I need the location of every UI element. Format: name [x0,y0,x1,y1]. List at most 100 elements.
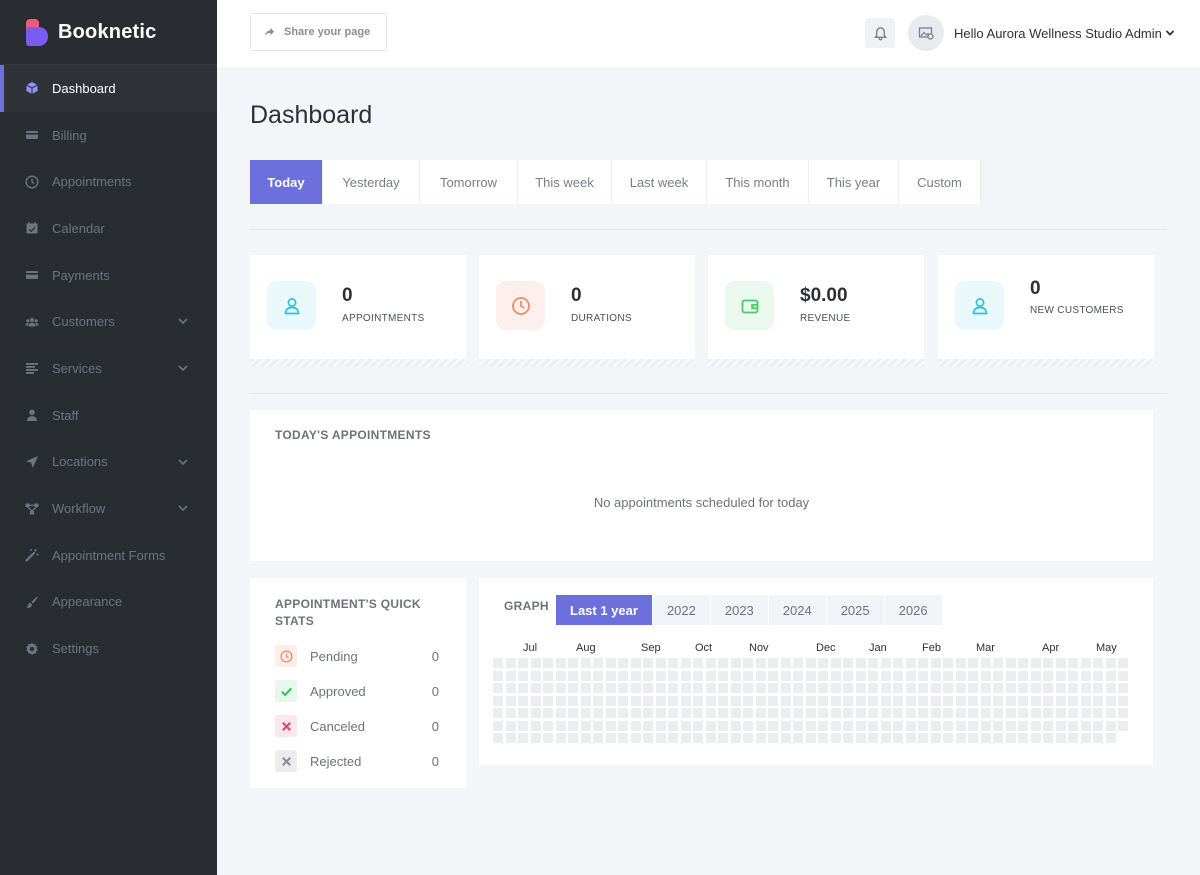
heatmap-cell[interactable] [630,720,641,731]
heatmap-cell[interactable] [618,733,628,743]
heatmap-cell[interactable] [843,695,853,706]
heatmap-cell[interactable] [1105,695,1116,706]
heatmap-cell[interactable] [930,670,941,681]
heatmap-cell[interactable] [780,695,791,706]
heatmap-cell[interactable] [855,670,866,681]
heatmap-cell[interactable] [1043,658,1053,668]
heatmap-cell[interactable] [630,658,641,668]
heatmap-cell[interactable] [730,708,741,718]
heatmap-cell[interactable] [568,733,578,743]
heatmap-cell[interactable] [1055,670,1066,681]
heatmap-cell[interactable] [930,695,941,706]
heatmap-cell[interactable] [518,720,528,731]
heatmap-cell[interactable] [1068,720,1078,731]
heatmap-cell[interactable] [1105,683,1116,693]
heatmap-cell[interactable] [718,733,728,743]
heatmap-cell[interactable] [718,720,728,731]
heatmap-cell[interactable] [1118,683,1128,693]
heatmap-cell[interactable] [805,658,816,668]
heatmap-cell[interactable] [680,708,691,718]
heatmap-cell[interactable] [968,670,978,681]
heatmap-cell[interactable] [730,683,741,693]
heatmap-cell[interactable] [705,695,716,706]
heatmap-cell[interactable] [530,708,541,718]
heatmap-cell[interactable] [1030,683,1041,693]
heatmap-cell[interactable] [893,695,903,706]
heatmap-cell[interactable] [493,733,503,743]
heatmap-cell[interactable] [580,695,591,706]
heatmap-cell[interactable] [655,683,666,693]
heatmap-cell[interactable] [1018,658,1028,668]
heatmap-cell[interactable] [755,683,766,693]
heatmap-cell[interactable] [868,670,878,681]
heatmap-cell[interactable] [1093,683,1103,693]
heatmap-cell[interactable] [668,670,678,681]
heatmap-cell[interactable] [943,733,953,743]
heatmap-cell[interactable] [693,720,703,731]
heatmap-cell[interactable] [680,720,691,731]
heatmap-cell[interactable] [893,733,903,743]
heatmap-cell[interactable] [643,695,653,706]
heatmap-cell[interactable] [843,720,853,731]
heatmap-cell[interactable] [618,720,628,731]
heatmap-cell[interactable] [680,733,691,743]
heatmap-cell[interactable] [1093,720,1103,731]
heatmap-cell[interactable] [1068,695,1078,706]
heatmap-cell[interactable] [905,720,916,731]
heatmap-cell[interactable] [680,658,691,668]
heatmap-cell[interactable] [693,733,703,743]
heatmap-cell[interactable] [643,733,653,743]
heatmap-cell[interactable] [518,695,528,706]
heatmap-cell[interactable] [655,695,666,706]
heatmap-cell[interactable] [1118,695,1128,706]
heatmap-cell[interactable] [518,658,528,668]
heatmap-cell[interactable] [693,695,703,706]
heatmap-cell[interactable] [955,683,966,693]
heatmap-cell[interactable] [880,695,891,706]
heatmap-cell[interactable] [805,683,816,693]
heatmap-cell[interactable] [1018,683,1028,693]
year-tab-2024[interactable]: 2024 [768,595,827,625]
heatmap-cell[interactable] [818,733,828,743]
chevron-down-icon[interactable] [1165,28,1175,38]
heatmap-cell[interactable] [580,670,591,681]
heatmap-cell[interactable] [568,695,578,706]
heatmap-cell[interactable] [993,670,1003,681]
heatmap-cell[interactable] [505,670,516,681]
heatmap-cell[interactable] [705,670,716,681]
year-tab-last-1-year[interactable]: Last 1 year [556,595,653,625]
heatmap-cell[interactable] [505,683,516,693]
heatmap-cell[interactable] [855,695,866,706]
heatmap-cell[interactable] [1018,670,1028,681]
heatmap-cell[interactable] [618,708,628,718]
heatmap-cell[interactable] [530,720,541,731]
heatmap-cell[interactable] [855,720,866,731]
heatmap-cell[interactable] [1018,695,1028,706]
heatmap-cell[interactable] [930,733,941,743]
brand[interactable]: Booknetic [0,0,217,65]
heatmap-cell[interactable] [1068,733,1078,743]
heatmap-cell[interactable] [868,708,878,718]
heatmap-cell[interactable] [780,670,791,681]
heatmap-cell[interactable] [1018,708,1028,718]
heatmap-cell[interactable] [1005,670,1016,681]
heatmap-cell[interactable] [718,670,728,681]
heatmap-cell[interactable] [930,658,941,668]
heatmap-cell[interactable] [780,720,791,731]
heatmap-cell[interactable] [943,683,953,693]
heatmap-cell[interactable] [693,683,703,693]
chevron-down-icon[interactable] [177,456,189,468]
heatmap-cell[interactable] [680,670,691,681]
heatmap-cell[interactable] [780,708,791,718]
heatmap-cell[interactable] [1055,658,1066,668]
heatmap-cell[interactable] [1055,720,1066,731]
heatmap-cell[interactable] [493,658,503,668]
heatmap-cell[interactable] [1030,708,1041,718]
heatmap-cell[interactable] [830,708,841,718]
heatmap-cell[interactable] [743,720,753,731]
heatmap-cell[interactable] [743,683,753,693]
heatmap-cell[interactable] [605,670,616,681]
sidebar-item-staff[interactable]: Staff [0,392,217,439]
tab-tomorrow[interactable]: Tomorrow [420,160,518,204]
heatmap-cell[interactable] [668,683,678,693]
